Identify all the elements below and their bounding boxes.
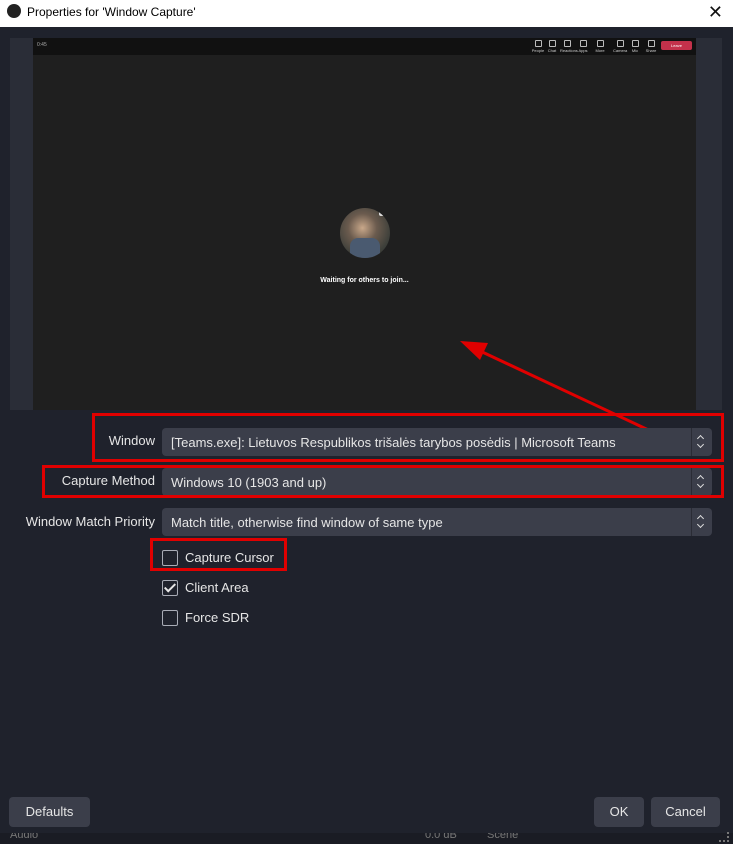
match-priority-select[interactable]: Match title, otherwise find window of sa… xyxy=(162,508,712,536)
ok-button[interactable]: OK xyxy=(594,797,644,827)
highlight-capture-method xyxy=(42,465,724,498)
resize-grip-icon[interactable] xyxy=(719,832,729,842)
checkbox-box[interactable] xyxy=(162,580,178,596)
highlight-capture-cursor xyxy=(150,538,287,571)
audio-label: Audio xyxy=(10,833,39,841)
match-priority-label: Window Match Priority xyxy=(25,514,155,529)
checkbox-box[interactable] xyxy=(162,610,178,626)
background-window-strip: Audio 0.0 dB Scene xyxy=(0,833,733,844)
match-priority-value: Match title, otherwise find window of sa… xyxy=(171,515,443,530)
cancel-button[interactable]: Cancel xyxy=(651,797,720,827)
force-sdr-label: Force SDR xyxy=(185,610,250,625)
defaults-button[interactable]: Defaults xyxy=(9,797,90,827)
highlight-window-row xyxy=(92,413,724,462)
client-area-label: Client Area xyxy=(185,580,249,595)
db-label: 0.0 dB xyxy=(425,833,457,841)
chevron-updown-icon[interactable] xyxy=(691,508,712,536)
scene-label: Scene xyxy=(487,833,519,841)
